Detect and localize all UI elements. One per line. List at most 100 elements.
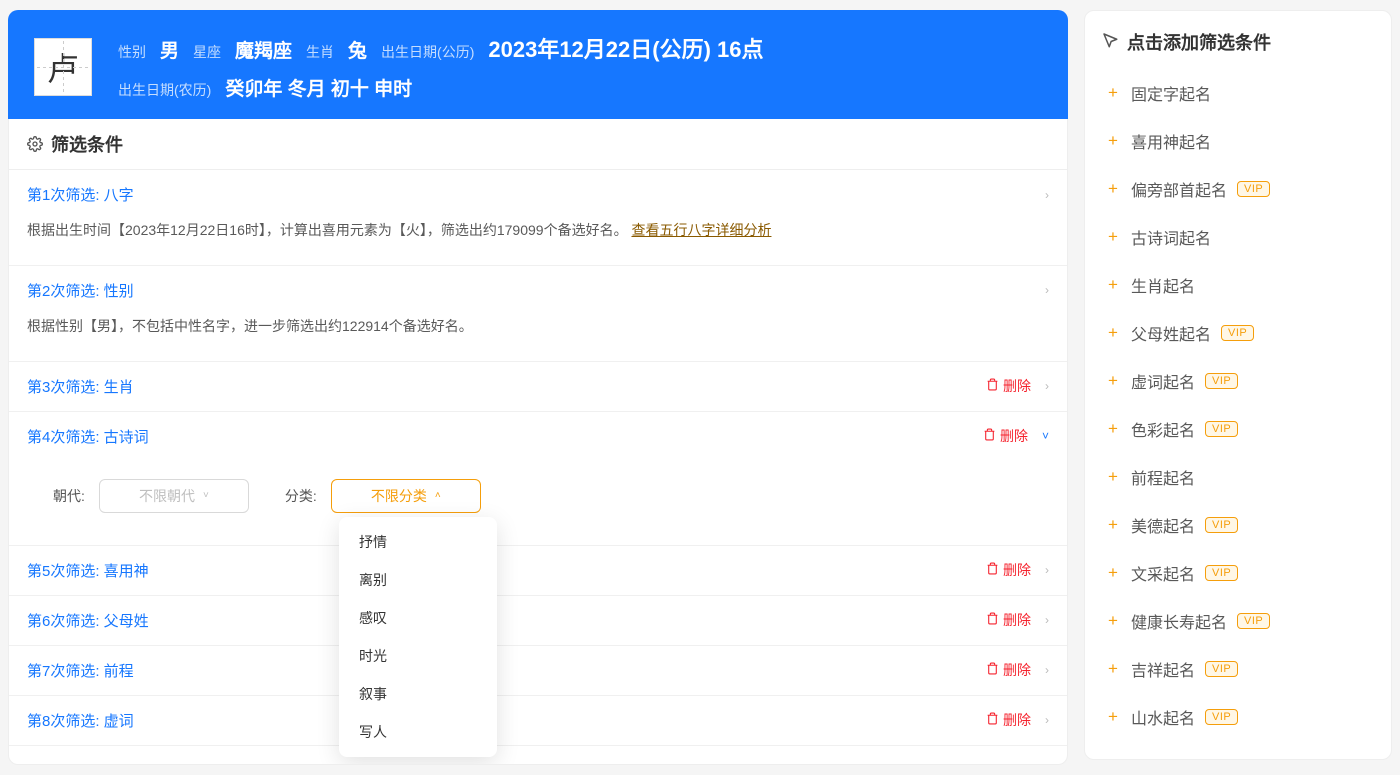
filters-container: 第1次筛选: 八字›根据出生时间【2023年12月22日16时】，计算出喜用元素… [9, 170, 1067, 746]
surname-text: 卢 [47, 44, 79, 90]
sidebar-item[interactable]: + 喜用神起名 [1101, 117, 1375, 165]
delete-button[interactable]: 删除 [986, 710, 1031, 730]
filter-actions: › [1045, 188, 1049, 202]
sidebar-item-label: 色彩起名 [1131, 417, 1195, 441]
vip-badge: VIP [1205, 517, 1238, 533]
dropdown-item[interactable]: 写人 [339, 713, 497, 751]
plus-icon: + [1105, 179, 1121, 199]
sidebar-item[interactable]: +健康长寿起名VIP [1101, 597, 1375, 645]
filter-head[interactable]: 第3次筛选: 生肖 删除 › [9, 362, 1067, 412]
sidebar-item[interactable]: +吉祥起名VIP [1101, 645, 1375, 693]
plus-icon: + [1105, 227, 1121, 247]
profile-header: 卢 性别 男 星座 魔羯座 生肖 兔 出生日期(公历) 2023年12月22日(… [8, 10, 1068, 119]
plus-icon: + [1105, 371, 1121, 391]
sidebar-item[interactable]: + 美德起名 VIP [1101, 501, 1375, 549]
dropdown-item[interactable]: 离别 [339, 561, 497, 599]
chevron-right-icon[interactable]: › [1045, 188, 1049, 202]
filter-title: 第8次筛选: 虚词 [27, 710, 134, 731]
delete-label: 删除 [1000, 426, 1028, 446]
plus-icon: + [1105, 467, 1121, 487]
vip-badge: VIP [1205, 709, 1238, 725]
chevron-right-icon[interactable]: › [1045, 713, 1049, 727]
sidebar-item-label: 喜用神起名 [1131, 129, 1211, 153]
delete-button[interactable]: 删除 [986, 376, 1031, 396]
filter-head[interactable]: 第5次筛选: 喜用神删除› [9, 546, 1067, 596]
filter-head[interactable]: 第1次筛选: 八字› [9, 170, 1067, 219]
birth-lunar-label: 出生日期(农历) [118, 80, 211, 100]
sidebar-item[interactable]: +古诗词起名 [1101, 213, 1375, 261]
vip-badge: VIP [1205, 565, 1238, 581]
sidebar-item[interactable]: +父母姓起名VIP [1101, 309, 1375, 357]
sidebar-item[interactable]: +色彩起名VIP [1101, 405, 1375, 453]
filter-head[interactable]: 第8次筛选: 虚词 删除 › [9, 696, 1067, 746]
vip-badge: VIP [1237, 613, 1270, 629]
dropdown-item[interactable]: 感叹 [339, 599, 497, 637]
plus-icon: + [1105, 515, 1121, 535]
category-dropdown: 抒情离别感叹时光叙事写人 [339, 517, 497, 757]
zodiac-value: 兔 [348, 36, 367, 63]
filter-item: 第2次筛选: 性别 › 根据性别【男】，不包括中性名字，进一步筛选出约122914个… [9, 266, 1067, 362]
trash-icon [986, 712, 999, 728]
filter-actions: 删除 › [986, 710, 1049, 730]
sidebar-item[interactable]: + 偏旁部首起名 VIP [1101, 165, 1375, 213]
sidebar-item[interactable]: +虚词起名VIP [1101, 357, 1375, 405]
filter-panel-title: 筛选条件 [51, 131, 123, 157]
bazi-detail-link[interactable]: 查看五行八字详细分析 [631, 222, 771, 238]
delete-button[interactable]: 删除 [983, 426, 1028, 446]
filter-head[interactable]: 第4次筛选: 古诗词 删除 ˅ [9, 412, 1067, 461]
gender-value: 男 [160, 36, 179, 63]
sidebar-item-label: 吉祥起名 [1131, 657, 1195, 681]
sidebar-item[interactable]: +前程起名 [1101, 453, 1375, 501]
birth-solar-value: 2023年12月22日(公历) 16点 [488, 32, 763, 64]
filter-title: 第4次筛选: 古诗词 [27, 426, 149, 447]
vip-badge: VIP [1237, 181, 1270, 197]
birth-lunar-value: 癸卯年 冬月 初十 申时 [225, 74, 412, 101]
sidebar-item[interactable]: +固定字起名 [1101, 69, 1375, 117]
sidebar-item-label: 偏旁部首起名 [1131, 177, 1227, 201]
filter-head[interactable]: 第6次筛选: 父母姓删除› [9, 596, 1067, 646]
main-column: 卢 性别 男 星座 魔羯座 生肖 兔 出生日期(公历) 2023年12月22日(… [8, 10, 1068, 765]
delete-button[interactable]: 删除 [986, 560, 1031, 580]
sidebar-item[interactable]: +文采起名VIP [1101, 549, 1375, 597]
filter-item: 第4次筛选: 古诗词删除˅朝代:不限朝代˅分类:不限分类˄抒情离别感叹时光叙事写… [9, 412, 1067, 546]
chevron-right-icon[interactable]: › [1045, 563, 1049, 577]
vip-badge: VIP [1221, 325, 1254, 341]
plus-icon: + [1105, 323, 1121, 343]
trash-icon [986, 562, 999, 578]
dropdown-item[interactable]: 时光 [339, 637, 497, 675]
delete-button[interactable]: 删除 [986, 610, 1031, 630]
sidebar-item[interactable]: +山水起名VIP [1101, 693, 1375, 741]
filter-actions: 删除 › [986, 376, 1049, 396]
dropdown-item[interactable]: 叙事 [339, 675, 497, 713]
chevron-right-icon[interactable]: › [1045, 613, 1049, 627]
chevron-right-icon[interactable]: › [1045, 379, 1049, 393]
chevron-right-icon[interactable]: › [1045, 283, 1049, 297]
chevron-down-icon: ˅ [203, 490, 209, 501]
filter-actions: 删除 › [986, 610, 1049, 630]
sidebar-items: +固定字起名+喜用神起名+偏旁部首起名VIP+古诗词起名+生肖起名+父母姓起名V… [1101, 69, 1375, 741]
filter-actions: › [1045, 283, 1049, 297]
filter-panel: 筛选条件 第1次筛选: 八字›根据出生时间【2023年12月22日16时】，计算… [8, 119, 1068, 765]
sidebar-item-label: 美德起名 [1131, 513, 1195, 537]
delete-label: 删除 [1003, 710, 1031, 730]
dropdown-item[interactable]: 抒情 [339, 523, 497, 561]
sidebar-item[interactable]: +生肖起名 [1101, 261, 1375, 309]
filter-head[interactable]: 第7次筛选: 前程删除› [9, 646, 1067, 696]
category-select[interactable]: 不限分类˄ [331, 479, 481, 513]
filter-body-text: 根据性别【男】，不包括中性名字，进一步筛选出约122914个备选好名。 [27, 318, 473, 334]
filter-title: 第3次筛选: 生肖 [27, 376, 134, 397]
plus-icon: + [1105, 275, 1121, 295]
filter-title: 第2次筛选: 性别 [27, 280, 134, 301]
plus-icon: + [1105, 83, 1121, 103]
trash-icon [986, 378, 999, 394]
dynasty-select-placeholder: 不限朝代 [139, 486, 195, 506]
filter-head[interactable]: 第2次筛选: 性别 › [9, 266, 1067, 315]
filter-actions: 删除 › [986, 660, 1049, 680]
chevron-down-icon[interactable]: ˅ [1042, 429, 1049, 443]
category-select-placeholder: 不限分类 [371, 486, 427, 506]
chevron-right-icon[interactable]: › [1045, 663, 1049, 677]
dynasty-select[interactable]: 不限朝代 ˅ [99, 479, 249, 513]
plus-icon: + [1105, 131, 1121, 151]
gender-label: 性别 [118, 42, 146, 62]
delete-button[interactable]: 删除 [986, 660, 1031, 680]
